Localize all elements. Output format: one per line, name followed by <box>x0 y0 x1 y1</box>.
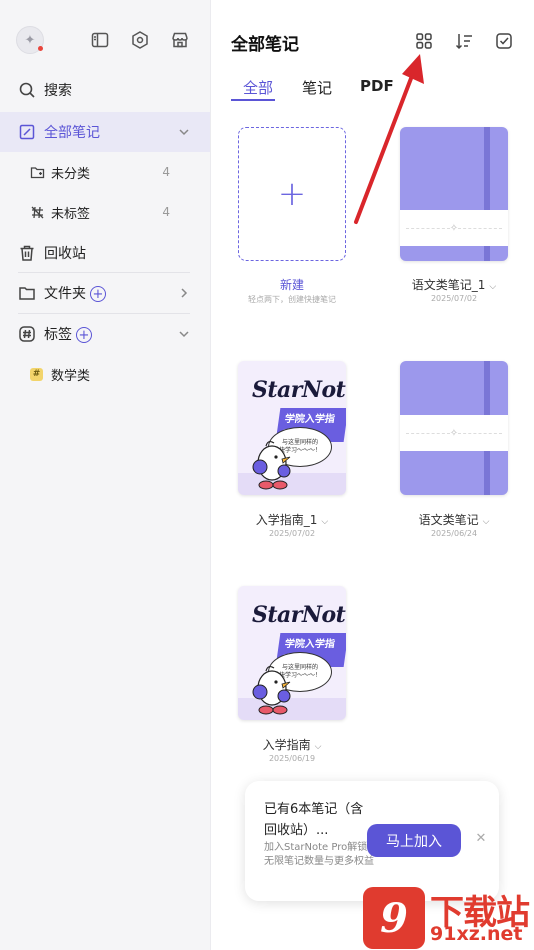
new-note-card[interactable]: + <box>238 127 346 261</box>
note-icon <box>18 123 36 141</box>
guide-cover[interactable]: StarNote 学院入学指南 与这里同样的快学习～～～！ <box>238 361 346 495</box>
note-name: 入学指南_1 <box>255 513 318 527</box>
note-name: 入学指南 <box>262 738 311 752</box>
note-title: 新建 <box>279 278 304 292</box>
tab-all[interactable]: 全部 <box>243 77 273 98</box>
tags-label: 标签 <box>44 327 72 343</box>
promo-title: 已有6本笔记（含回收站）... <box>264 802 364 838</box>
sparkle-icon: ✧ <box>449 222 459 234</box>
sidebar-toggle-icon[interactable] <box>90 30 110 50</box>
sidebar-item-uncategorized[interactable]: 未分类 4 <box>0 152 210 192</box>
chevron-down-icon[interactable] <box>178 328 190 340</box>
avatar[interactable]: ✦ <box>16 26 44 54</box>
note-date: 2025/07/02 <box>430 294 478 303</box>
sidebar-item-label: 标签 + <box>44 324 92 344</box>
note-name: 语文类笔记 <box>418 513 479 527</box>
tab-active-indicator <box>231 99 275 101</box>
folder-question-icon <box>30 165 45 180</box>
sidebar-item-recycle-bin[interactable]: 回收站 <box>0 233 210 273</box>
watermark-mark: 9 <box>363 887 425 949</box>
chevron-down-icon[interactable]: ⌵ <box>483 517 490 527</box>
note-title[interactable]: 语文类笔记 ⌵ <box>392 511 516 528</box>
sidebar-item-label: 数学类 <box>51 368 91 384</box>
select-check-icon[interactable] <box>494 31 514 51</box>
tab-pdf[interactable]: PDF <box>360 77 394 95</box>
folder-icon <box>18 284 36 302</box>
join-now-button[interactable]: 马上加入 <box>367 824 461 857</box>
search-icon <box>18 81 36 99</box>
chevron-down-icon[interactable] <box>178 126 190 138</box>
note-date: 2025/07/02 <box>268 529 316 538</box>
mascot-bird-icon <box>252 440 291 490</box>
mascot-bird-icon <box>252 665 291 715</box>
sidebar-item-label: 搜索 <box>44 83 72 99</box>
watermark-url: 91xz.net <box>430 923 523 945</box>
notebook-cover[interactable]: ✧ <box>400 361 508 495</box>
chevron-down-icon[interactable]: ⌵ <box>321 517 328 527</box>
plus-icon: + <box>277 174 307 214</box>
chevron-down-icon[interactable]: ⌵ <box>489 282 496 292</box>
grid-view-icon[interactable] <box>414 31 434 51</box>
add-tag-icon[interactable]: + <box>76 327 92 343</box>
promo-description: 加入StarNote Pro解锁无限笔记数量与更多权益 <box>264 842 374 867</box>
notebook-band: ✧ <box>400 415 508 451</box>
sidebar-item-untagged[interactable]: 未标签 4 <box>0 192 210 232</box>
sidebar-toolbar: ✦ <box>16 26 196 56</box>
watermark-logo: 9 下载站 91xz.net <box>363 883 534 950</box>
sidebar-item-label: 未标签 <box>51 206 91 222</box>
sort-icon[interactable] <box>454 31 474 51</box>
item-count: 4 <box>162 205 170 219</box>
note-name: 语文类笔记_1 <box>411 278 486 292</box>
sidebar: ✦ 搜索 全部笔记 未分类 4 未标签 4 回收站 文件夹 + 标签 + # 数… <box>0 0 211 950</box>
close-icon[interactable]: ✕ <box>475 832 487 845</box>
sidebar-item-tags[interactable]: 标签 + <box>0 314 210 354</box>
starnote-logo: StarNote <box>252 377 346 403</box>
note-title[interactable]: 入学指南 ⌵ <box>232 736 352 753</box>
settings-icon[interactable] <box>130 30 150 50</box>
sidebar-item-label: 文件夹 + <box>44 283 106 303</box>
sparkle-icon: ✦ <box>24 32 36 48</box>
hash-icon <box>18 325 36 343</box>
page-title: 全部笔记 <box>231 35 299 55</box>
starnote-logo: StarNote <box>252 602 346 628</box>
folders-label: 文件夹 <box>44 286 86 302</box>
guide-cover[interactable]: StarNote 学院入学指南 与这里同样的快学习～～～！ <box>238 586 346 720</box>
item-count: 4 <box>162 165 170 179</box>
notebook-band: ✧ <box>400 210 508 246</box>
sidebar-item-folders[interactable]: 文件夹 + <box>0 273 210 313</box>
tag-icon: # <box>30 367 43 381</box>
sidebar-item-label: 全部笔记 <box>44 125 100 141</box>
notebook-cover[interactable]: ✧ <box>400 127 508 261</box>
tab-notes[interactable]: 笔记 <box>302 77 332 98</box>
store-icon[interactable] <box>170 30 190 50</box>
note-title[interactable]: 入学指南_1 ⌵ <box>232 511 352 528</box>
sidebar-item-search[interactable]: 搜索 <box>0 70 210 110</box>
note-title[interactable]: 语文类笔记_1 ⌵ <box>392 276 516 293</box>
note-date: 2025/06/24 <box>430 529 478 538</box>
untagged-icon <box>30 205 45 220</box>
notification-dot <box>38 46 43 51</box>
sidebar-item-label: 未分类 <box>51 166 91 182</box>
trash-icon <box>18 244 36 262</box>
add-folder-icon[interactable]: + <box>90 286 106 302</box>
note-date: 2025/06/19 <box>268 754 316 763</box>
sparkle-icon: ✧ <box>449 427 459 439</box>
sidebar-item-tag-math[interactable]: # 数学类 <box>0 354 210 394</box>
sidebar-item-all-notes[interactable]: 全部笔记 <box>0 112 210 152</box>
note-hint: 轻点两下，创建快捷笔记 <box>248 295 336 304</box>
chevron-right-icon[interactable] <box>178 287 190 299</box>
chevron-down-icon[interactable]: ⌵ <box>315 742 322 752</box>
sidebar-item-label: 回收站 <box>44 246 86 262</box>
